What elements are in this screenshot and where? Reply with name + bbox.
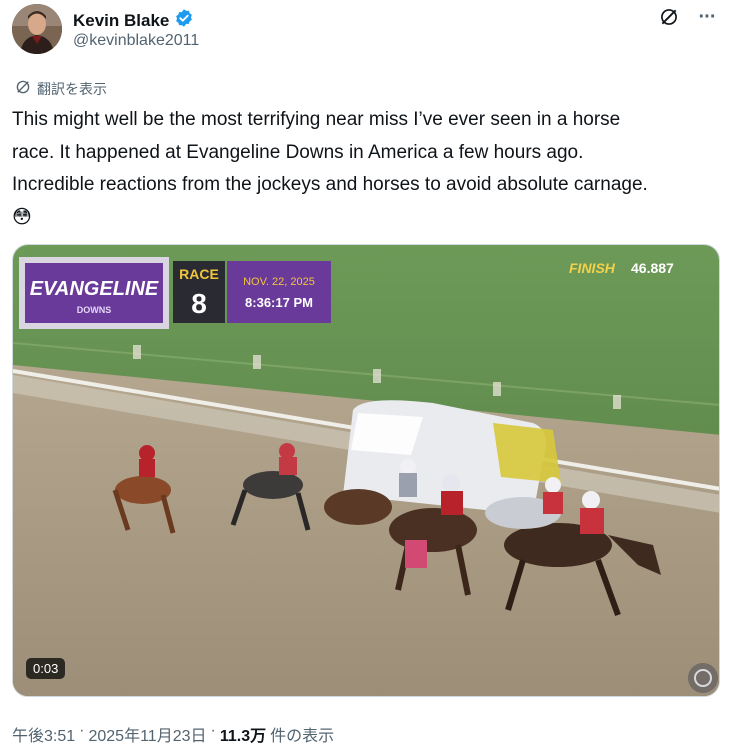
- tweet-text: This might well be the most terrifying n…: [12, 104, 724, 234]
- user-handle[interactable]: @kevinblake2011: [73, 32, 199, 50]
- more-icon[interactable]: ···: [696, 6, 718, 28]
- view-count-label: 件の表示: [270, 728, 335, 745]
- display-name[interactable]: Kevin Blake: [73, 11, 169, 31]
- video-player[interactable]: EVANGELINE DOWNS RACE 8 NOV. 22, 2025 8:…: [12, 244, 720, 697]
- finish-label: FINISH: [569, 260, 616, 276]
- race-time: 8:36:17 PM: [245, 295, 313, 310]
- tweet-date[interactable]: 2025年11月23日: [88, 722, 206, 746]
- settings-icon[interactable]: [688, 663, 718, 693]
- race-label: RACE: [179, 266, 219, 282]
- video-frame: EVANGELINE DOWNS RACE 8 NOV. 22, 2025 8:…: [13, 245, 719, 696]
- translate-label: 翻訳を表示: [37, 80, 107, 97]
- grok-icon[interactable]: [658, 6, 680, 28]
- race-number: 8: [191, 288, 207, 319]
- track-logo: EVANGELINE: [30, 278, 159, 300]
- globe-icon: [14, 78, 32, 99]
- tweet-line: This might well be the most terrifying n…: [12, 109, 621, 130]
- finish-time: 46.887: [631, 260, 674, 276]
- race-graphic: EVANGELINE DOWNS RACE 8 NOV. 22, 2025 8:…: [19, 257, 331, 329]
- tweet-meta: 午後3:51 · 2025年11月23日 · 11.3万 件の表示: [12, 722, 334, 746]
- tweet-header: Kevin Blake @kevinblake2011 ···: [12, 4, 726, 56]
- tweet-line: race. It happened at Evangeline Downs in…: [12, 141, 584, 163]
- meta-separator: ·: [210, 722, 216, 739]
- show-translation-link[interactable]: 翻訳を表示: [14, 78, 107, 99]
- avatar[interactable]: [12, 4, 62, 54]
- tweet-line: Incredible reactions from the jockeys an…: [12, 174, 648, 195]
- race-date: NOV. 22, 2025: [243, 276, 315, 288]
- tweet-emoji: 😳: [12, 206, 32, 228]
- view-count: 11.3万: [219, 728, 267, 745]
- verified-badge-icon: [174, 8, 194, 33]
- video-timecode: 0:03: [26, 658, 66, 679]
- meta-separator: ·: [79, 722, 85, 739]
- tweet-time[interactable]: 午後3:51: [12, 722, 75, 746]
- more-glyph: ···: [698, 5, 717, 28]
- track-logo-sub: DOWNS: [77, 305, 112, 315]
